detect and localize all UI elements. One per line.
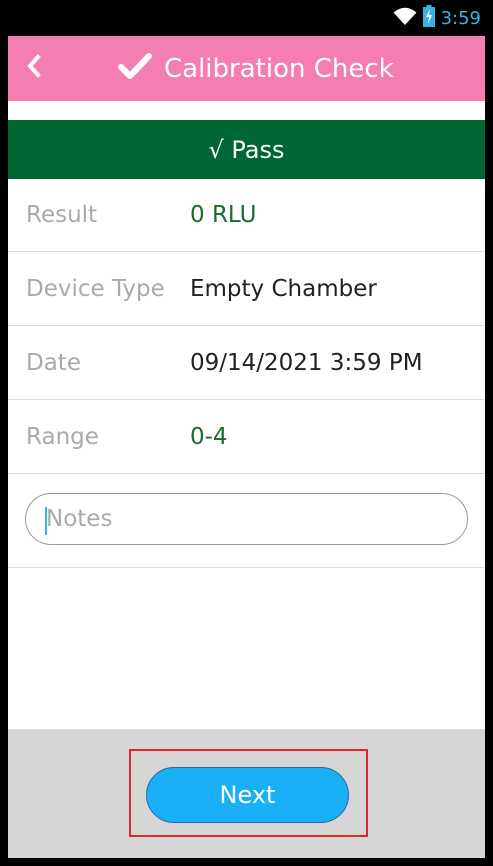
- range-value: 0-4: [190, 424, 228, 450]
- detail-row-range: Range 0-4: [8, 401, 485, 474]
- notes-input[interactable]: [25, 493, 468, 545]
- date-value: 09/14/2021 3:59 PM: [190, 350, 423, 376]
- footer-bar: Next: [8, 729, 485, 858]
- status-icons: 3:59: [393, 4, 481, 32]
- next-button[interactable]: Next: [146, 767, 349, 823]
- status-bar: 3:59: [0, 0, 493, 36]
- result-value: 0 RLU: [190, 202, 257, 228]
- notes-row: [8, 475, 485, 568]
- status-time: 3:59: [440, 7, 481, 29]
- range-label: Range: [26, 424, 99, 450]
- app-screen: Calibration Check √ Pass Result 0 RLU De…: [8, 36, 485, 858]
- detail-row-date: Date 09/14/2021 3:59 PM: [8, 327, 485, 400]
- text-cursor: [45, 507, 47, 535]
- wifi-icon: [393, 6, 417, 31]
- page-title: Calibration Check: [164, 53, 394, 84]
- detail-row-device-type: Device Type Empty Chamber: [8, 253, 485, 326]
- device-frame: 3:59 Calibration Check √ Pass Result 0 R…: [0, 0, 493, 866]
- device-type-value: Empty Chamber: [190, 276, 377, 302]
- pass-banner: √ Pass: [8, 120, 485, 179]
- back-button[interactable]: [14, 48, 54, 88]
- title-group: Calibration Check: [118, 36, 394, 101]
- result-label: Result: [26, 202, 98, 228]
- detail-row-result: Result 0 RLU: [8, 179, 485, 252]
- date-label: Date: [26, 350, 81, 376]
- device-type-label: Device Type: [26, 276, 165, 302]
- checkmark-icon: [118, 52, 152, 85]
- chevron-left-icon: [25, 53, 43, 83]
- app-bar: Calibration Check: [8, 36, 485, 101]
- battery-charging-icon: [422, 4, 435, 32]
